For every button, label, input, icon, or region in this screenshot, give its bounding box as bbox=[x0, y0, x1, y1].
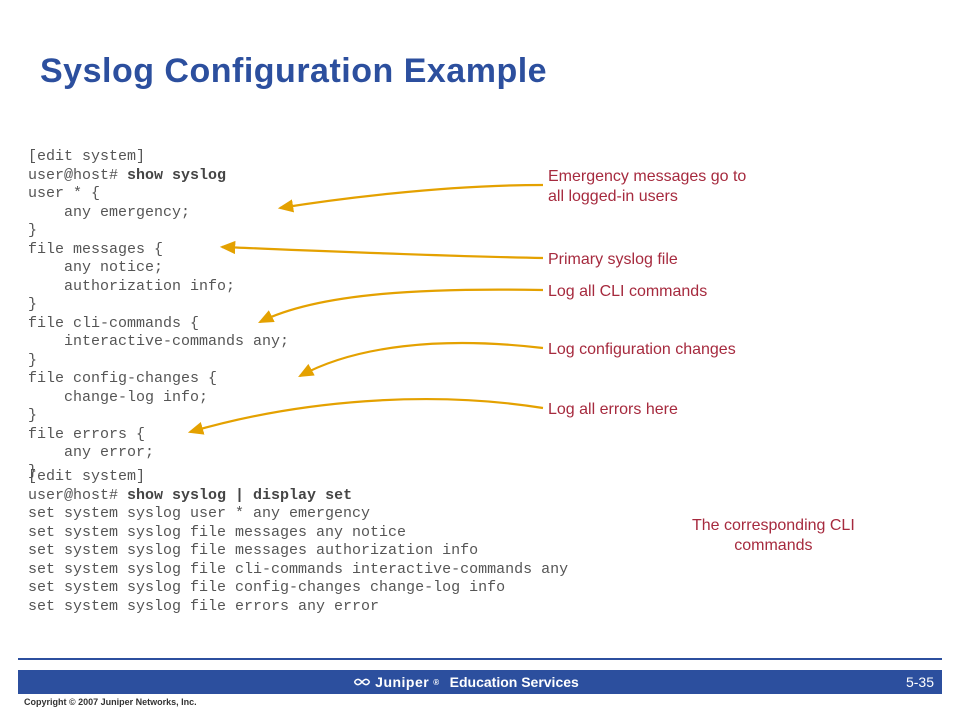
logo-text: Juniper bbox=[375, 674, 429, 690]
footer-education: Education Services bbox=[450, 674, 579, 690]
annotation-text: all logged-in users bbox=[548, 188, 678, 205]
annotation-text: Emergency messages go to bbox=[548, 168, 746, 185]
footer-page-number: 5-35 bbox=[906, 674, 934, 690]
arrow-icon bbox=[260, 290, 543, 322]
copyright-text: Copyright © 2007 Juniper Networks, Inc. bbox=[24, 697, 197, 707]
annotation-text: commands bbox=[734, 537, 812, 554]
footer-rule bbox=[18, 658, 942, 660]
slide-root: Syslog Configuration Example [edit syste… bbox=[0, 0, 960, 720]
footer-bar: Juniper ® Education Services 5-35 bbox=[18, 670, 942, 694]
footer-center: Juniper ® Education Services bbox=[353, 674, 579, 690]
annotation-text: The corresponding CLI bbox=[692, 517, 855, 534]
registered-icon: ® bbox=[433, 678, 439, 687]
annotation-primary: Primary syslog file bbox=[548, 250, 678, 270]
annotation-commands: The corresponding CLI commands bbox=[692, 516, 855, 556]
slide-title: Syslog Configuration Example bbox=[40, 52, 547, 91]
annotation-cli: Log all CLI commands bbox=[548, 282, 707, 302]
arrow-icon bbox=[280, 185, 543, 208]
annotation-errors: Log all errors here bbox=[548, 400, 678, 420]
arrow-icon bbox=[300, 343, 543, 376]
annotation-emergency: Emergency messages go to all logged-in u… bbox=[548, 167, 746, 207]
juniper-logo: Juniper ® bbox=[353, 674, 439, 690]
juniper-logo-icon bbox=[353, 675, 371, 689]
code-block-config: [edit system] user@host# show syslog use… bbox=[28, 148, 289, 481]
annotation-config-changes: Log configuration changes bbox=[548, 340, 736, 360]
code-block-set: [edit system] user@host# show syslog | d… bbox=[28, 468, 568, 616]
